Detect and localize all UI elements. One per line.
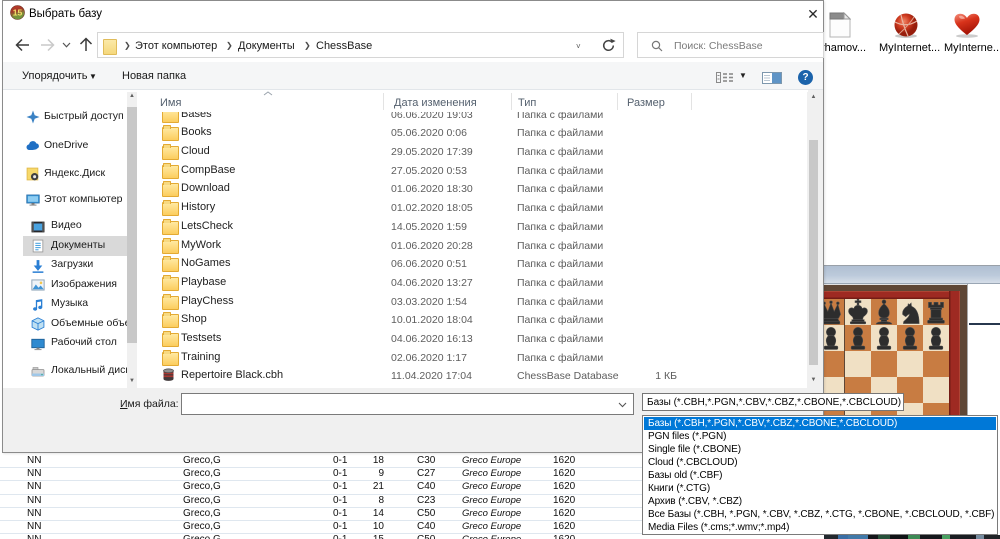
svg-text:15: 15	[13, 8, 23, 18]
